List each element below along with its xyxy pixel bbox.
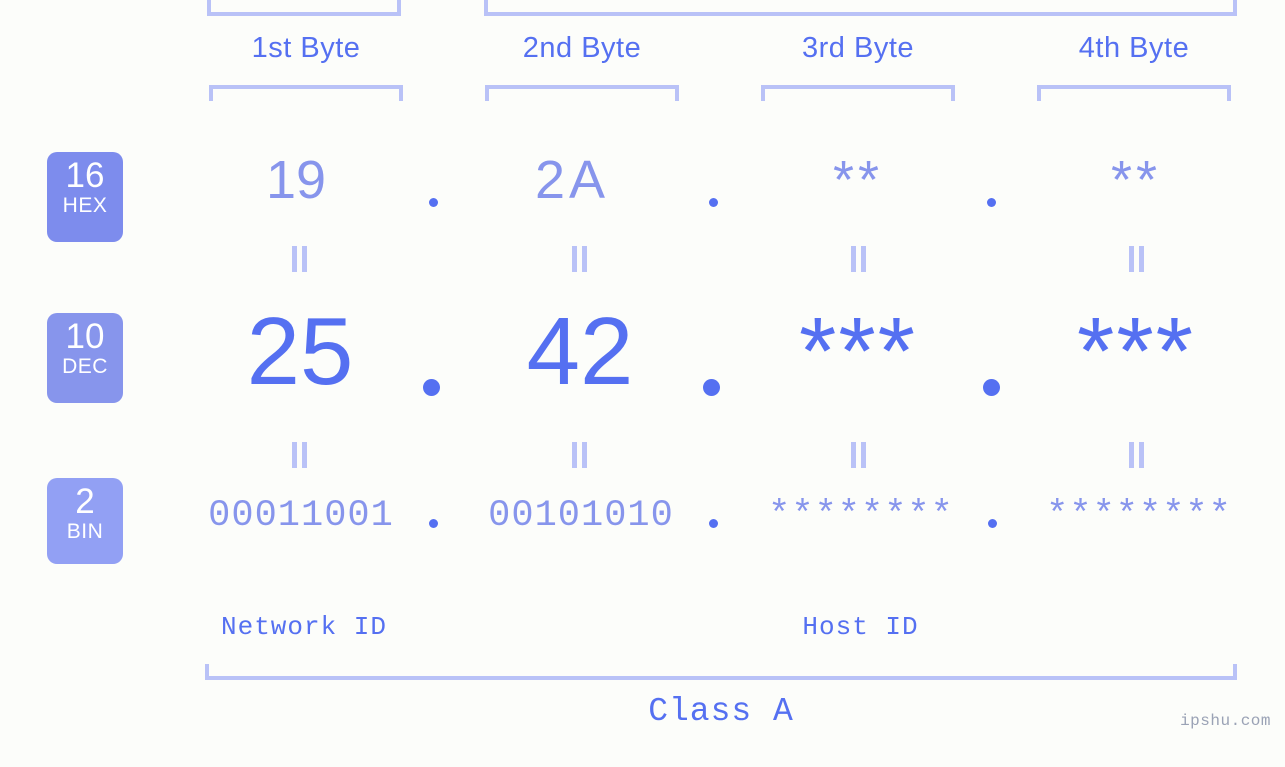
ip-address-breakdown-diagram: 1st Byte 2nd Byte 3rd Byte 4th Byte 16 H… — [0, 0, 1285, 767]
dec-byte-3: *** — [798, 298, 918, 405]
bin-byte-1: 00011001 — [208, 495, 394, 537]
dec-separator-dot-2 — [703, 379, 720, 396]
dec-separator-dot-3 — [983, 379, 1000, 396]
dec-byte-1: 25 — [246, 298, 354, 405]
class-label: Class A — [648, 693, 794, 730]
hex-byte-1: 19 — [265, 150, 327, 210]
byte-bracket-4 — [1037, 85, 1231, 101]
dec-byte-2: 42 — [526, 298, 634, 405]
byte-bracket-2 — [485, 85, 679, 101]
host-id-bracket — [484, 0, 1237, 16]
hex-byte-3: ** — [832, 150, 884, 210]
bin-separator-dot-3 — [988, 519, 997, 528]
bin-byte-4: ******** — [1046, 495, 1232, 537]
equals-mark-dec-bin-4 — [1129, 442, 1145, 468]
hex-separator-dot-2 — [709, 198, 718, 207]
base-badge-hex-number: 16 — [65, 156, 105, 195]
site-watermark: ipshu.com — [1180, 712, 1271, 730]
hex-byte-4: ** — [1110, 150, 1162, 210]
byte-bracket-1 — [209, 85, 403, 101]
byte-header-3: 3rd Byte — [802, 32, 914, 64]
bin-separator-dot-2 — [709, 519, 718, 528]
base-badge-bin-number: 2 — [75, 482, 95, 521]
equals-mark-hex-dec-4 — [1129, 246, 1145, 272]
base-badge-hex: 16 HEX — [47, 152, 123, 242]
byte-header-1: 1st Byte — [251, 32, 361, 64]
base-badge-dec-name: DEC — [62, 355, 108, 378]
host-id-label: Host ID — [802, 612, 919, 642]
network-id-bracket — [207, 0, 401, 16]
equals-mark-hex-dec-1 — [292, 246, 308, 272]
byte-bracket-3 — [761, 85, 955, 101]
base-badge-dec-number: 10 — [65, 317, 105, 356]
hex-separator-dot-1 — [429, 198, 438, 207]
hex-byte-2: 2A — [534, 150, 610, 210]
bin-byte-3: ******** — [768, 495, 954, 537]
equals-mark-dec-bin-3 — [851, 442, 867, 468]
base-badge-bin: 2 BIN — [47, 478, 123, 564]
base-badge-dec: 10 DEC — [47, 313, 123, 403]
equals-mark-dec-bin-1 — [292, 442, 308, 468]
byte-header-4: 4th Byte — [1078, 32, 1190, 64]
equals-mark-dec-bin-2 — [572, 442, 588, 468]
dec-byte-4: *** — [1076, 298, 1196, 405]
base-badge-hex-name: HEX — [62, 194, 108, 217]
network-id-label: Network ID — [220, 612, 388, 642]
base-badge-bin-name: BIN — [66, 520, 104, 543]
dec-separator-dot-1 — [423, 379, 440, 396]
class-bracket — [205, 664, 1237, 680]
bin-byte-2: 00101010 — [488, 495, 674, 537]
equals-mark-hex-dec-3 — [851, 246, 867, 272]
hex-separator-dot-3 — [987, 198, 996, 207]
equals-mark-hex-dec-2 — [572, 246, 588, 272]
bin-separator-dot-1 — [429, 519, 438, 528]
byte-header-2: 2nd Byte — [522, 32, 642, 64]
